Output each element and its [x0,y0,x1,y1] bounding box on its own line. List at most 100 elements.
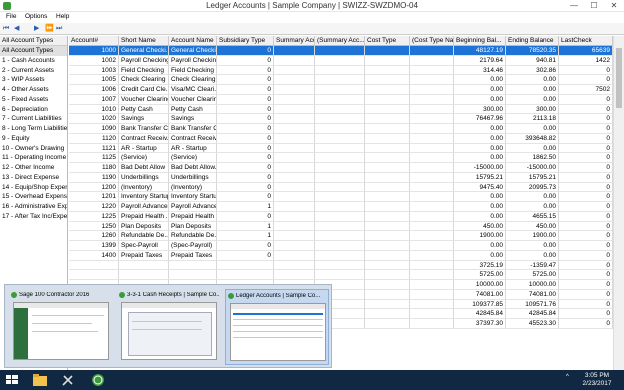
table-row[interactable]: 1010 Petty Cash Petty Cash 0 300.00 300.00 0 [69,104,613,115]
previous-record-icon[interactable]: ◀ [14,25,19,33]
table-cell: 0 [559,133,613,144]
vertical-scrollbar[interactable] [613,36,624,384]
sidebar-item-account-type[interactable]: 5 - Fixed Assets [0,95,67,105]
sidebar-item-account-type[interactable]: 9 - Equity [0,134,67,144]
table-row[interactable]: 1200 (Inventory) (Inventory) 0 9475.40 20995.… [69,182,613,193]
table-cell [315,211,365,222]
table-row[interactable]: 1000 General Checki... General Checki... 0 4… [69,46,613,56]
last-record-icon[interactable]: ⏭ [56,25,62,33]
maximize-button[interactable]: ☐ [584,0,604,12]
table-row[interactable]: 1201 Inventory Startup Inventory Startup 0 0… [69,192,613,202]
column-header[interactable]: (Cost Type Na... [410,36,454,46]
sidebar-item-account-type[interactable]: 17 - After Tax Inc/Expens [0,212,67,222]
table-cell [365,221,410,232]
table-cell: 0 [217,153,274,163]
table-cell: 0.00 [506,241,559,251]
table-cell: 0.00 [454,241,506,251]
first-record-icon[interactable]: ⏮ [3,25,9,33]
table-row[interactable]: 1002 Payroll Checking Payroll Checking 0 217… [69,55,613,66]
table-cell [315,124,365,134]
next-page-icon[interactable]: ⏩ [45,25,54,33]
sidebar-item-account-type[interactable]: 6 - Depreciation [0,105,67,115]
table-row[interactable]: 1125 (Service) (Service) 0 0.00 1862.50 0 [69,153,613,163]
sidebar-item-account-type[interactable]: 13 - Direct Expense [0,173,67,183]
close-button[interactable]: ✕ [604,0,624,12]
table-cell: 450.00 [454,221,506,232]
column-header[interactable]: Account# [69,36,119,46]
sidebar-item-account-type[interactable]: 12 - Other Income [0,163,67,173]
sidebar-item-account-type[interactable]: 1 - Cash Accounts [0,56,67,66]
next-record-icon[interactable]: ▶ [34,25,39,33]
sidebar-item-account-type[interactable]: 14 - Equip/Shop Expense [0,183,67,193]
table-cell [410,221,454,232]
table-cell [315,55,365,66]
table-row[interactable]: 1121 AR - Startup AR - Startup 0 0.00 0.00 0 [69,143,613,154]
table-row[interactable]: 1180 Bad Debt Allow Bad Debt Allow... 0 -150… [69,163,613,173]
table-cell: 37397.30 [454,319,506,329]
table-cell: 109571.76 [506,299,559,310]
table-row[interactable]: 1400 Prepaid Taxes Prepaid Taxes 0 0.00 0.00 0 [69,250,613,261]
table-cell: Voucher Clearing [119,94,169,105]
table-cell: 0 [217,46,274,56]
menu-help[interactable]: Help [56,13,69,20]
column-header[interactable]: Short Name [119,36,169,46]
table-row[interactable]: 1005 Check Clearing Check Clearing 0 0.00 0.0… [69,75,613,85]
table-row[interactable]: 3725.19 -1359.47 0 [69,260,613,271]
table-cell: 0.00 [454,143,506,154]
sidebar-item-account-type[interactable]: All Account Types [0,46,67,56]
sidebar-item-account-type[interactable]: 11 - Operating Income [0,153,67,163]
file-explorer-icon[interactable] [32,373,48,387]
tools-icon[interactable] [60,373,76,387]
table-cell [365,182,410,193]
table-row[interactable]: 1220 Payroll Advances Payroll Advances 1 0.0… [69,202,613,212]
sidebar-item-account-type[interactable]: 10 - Owner's Drawing [0,144,67,154]
scrollbar-thumb[interactable] [616,48,622,108]
table-row[interactable]: 1399 Spec-Payroll (Spec-Payroll) 0 0.00 0.00 0 [69,241,613,251]
table-row[interactable]: 5725.00 5725.00 0 [69,270,613,280]
thumbnail-ledger-accounts[interactable]: Ledger Accounts | Sample Co... [225,289,329,365]
table-row[interactable]: 1003 Field Checking Field Checking 0 314.46 3… [69,65,613,76]
table-row[interactable]: 1006 Credit Card Cle... Visa/MC Cleari... 0… [69,85,613,95]
sidebar-item-account-type[interactable]: 4 - Other Assets [0,85,67,95]
sidebar-item-account-type[interactable]: 2 - Current Assets [0,66,67,76]
column-header[interactable]: Ending Balance [506,36,559,46]
table-cell: Payroll Checking [119,55,169,66]
column-header[interactable]: Account Name [169,36,217,46]
table-row[interactable]: 1225 Prepaid Health ... Prepaid Health ...… [69,211,613,222]
sidebar-item-account-type[interactable]: 15 - Overhead Expense [0,192,67,202]
column-header[interactable]: Beginning Bal... [454,36,506,46]
tray-overflow-icon[interactable]: ^ [566,374,569,380]
table-row[interactable]: 1020 Savings Savings 0 76467.96 2113.18 0 [69,114,613,124]
column-header[interactable]: Summary Acc... [274,36,315,46]
table-row[interactable]: 1190 Underbillings Underbillings 0 15795.21 1… [69,172,613,183]
table-row[interactable]: 1090Bank Transfer C...Bank Transfer C...… [69,124,613,134]
sidebar-item-account-type[interactable]: 3 - WIP Assets [0,75,67,85]
column-header[interactable]: (Summary Acc... [315,36,365,46]
sage-taskbar-icon[interactable] [90,373,106,387]
thumbnail-cash-receipts[interactable]: 3-3-1 Cash Receipts | Sample Co... [117,289,221,365]
table-row[interactable]: 1260 Refundable De... Refundable De... 1 190… [69,231,613,241]
column-header[interactable]: Cost Type [365,36,410,46]
table-cell: Refundable De... [119,231,169,241]
windows-start-icon[interactable] [4,373,20,387]
table-cell: 74081.00 [506,289,559,300]
table-cell: 0.00 [506,250,559,261]
column-header[interactable]: LastCheck [559,36,613,46]
column-header[interactable]: Subsidiary Type [217,36,274,46]
menu-options[interactable]: Options [25,13,47,20]
thumbnail-sage-contractor[interactable]: Sage 100 Contractor 2016 [9,289,113,365]
table-cell: 1090 [69,124,119,134]
table-cell: 0 [559,289,613,300]
table-cell: 0 [559,143,613,154]
table-row[interactable]: 1250 Plan Deposits Plan Deposits 1 450.00 450… [69,221,613,232]
table-row[interactable]: 1007 Voucher Clearing Voucher Clearing 0 0.0… [69,94,613,105]
sidebar-item-account-type[interactable]: 7 - Current Liabilities [0,114,67,124]
table-cell: 0 [217,182,274,193]
sidebar-item-account-type[interactable]: 8 - Long Term Liabilities [0,124,67,134]
sidebar-item-account-type[interactable]: 16 - Administrative Exper [0,202,67,212]
system-clock[interactable]: 3:05 PM 2/23/2017 [577,372,617,388]
menu-file[interactable]: File [6,13,16,20]
table-cell: 0.00 [506,94,559,105]
table-row[interactable]: 1120Contract Receiv...Contract Receiv...… [69,133,613,144]
minimize-button[interactable]: — [564,0,584,12]
